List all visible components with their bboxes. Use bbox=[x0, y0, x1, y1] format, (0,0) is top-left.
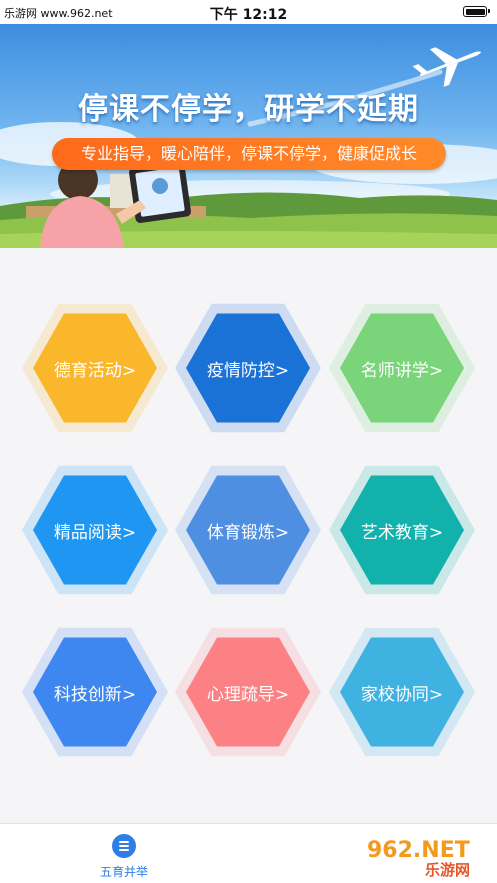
hex-item-home-school[interactable]: 家校协同> bbox=[329, 624, 475, 760]
banner[interactable]: 停课不停学，研学不延期 专业指导，暖心陪伴，停课不停学，健康促成长 bbox=[0, 24, 497, 248]
banner-title: 停课不停学，研学不延期 bbox=[78, 92, 419, 127]
status-time: 下午 12:12 bbox=[209, 7, 288, 23]
site-watermark-logo: 962.NET 乐游网 bbox=[367, 838, 470, 879]
watermark-logo-text: 962.NET bbox=[367, 838, 470, 863]
status-bar: 乐游网 www.962.net 下午 12:12 bbox=[0, 0, 497, 24]
tab-label: 五育并举 bbox=[99, 865, 148, 879]
menu-icon bbox=[112, 834, 136, 858]
category-grid: 德育活动> 疫情防控> 名师讲学> 精品阅读> 体育锻炼> 艺术教育> 科技创新… bbox=[0, 248, 497, 823]
banner-illustration bbox=[0, 47, 497, 248]
hex-item-art[interactable]: 艺术教育> bbox=[329, 462, 475, 598]
tab-five-education[interactable]: 五育并举 bbox=[94, 834, 154, 880]
hex-item-psychology[interactable]: 心理疏导> bbox=[175, 624, 321, 760]
hex-item-sports[interactable]: 体育锻炼> bbox=[175, 462, 321, 598]
hex-item-epidemic[interactable]: 疫情防控> bbox=[175, 300, 321, 436]
hex-item-moral[interactable]: 德育活动> bbox=[22, 300, 168, 436]
hex-item-teacher[interactable]: 名师讲学> bbox=[329, 300, 475, 436]
hex-item-tech[interactable]: 科技创新> bbox=[22, 624, 168, 760]
hex-item-reading[interactable]: 精品阅读> bbox=[22, 462, 168, 598]
banner-subtitle: 专业指导，暖心陪伴，停课不停学，健康促成长 bbox=[52, 138, 446, 170]
watermark-site-text: 乐游网 bbox=[425, 861, 470, 879]
battery-icon bbox=[463, 6, 490, 17]
